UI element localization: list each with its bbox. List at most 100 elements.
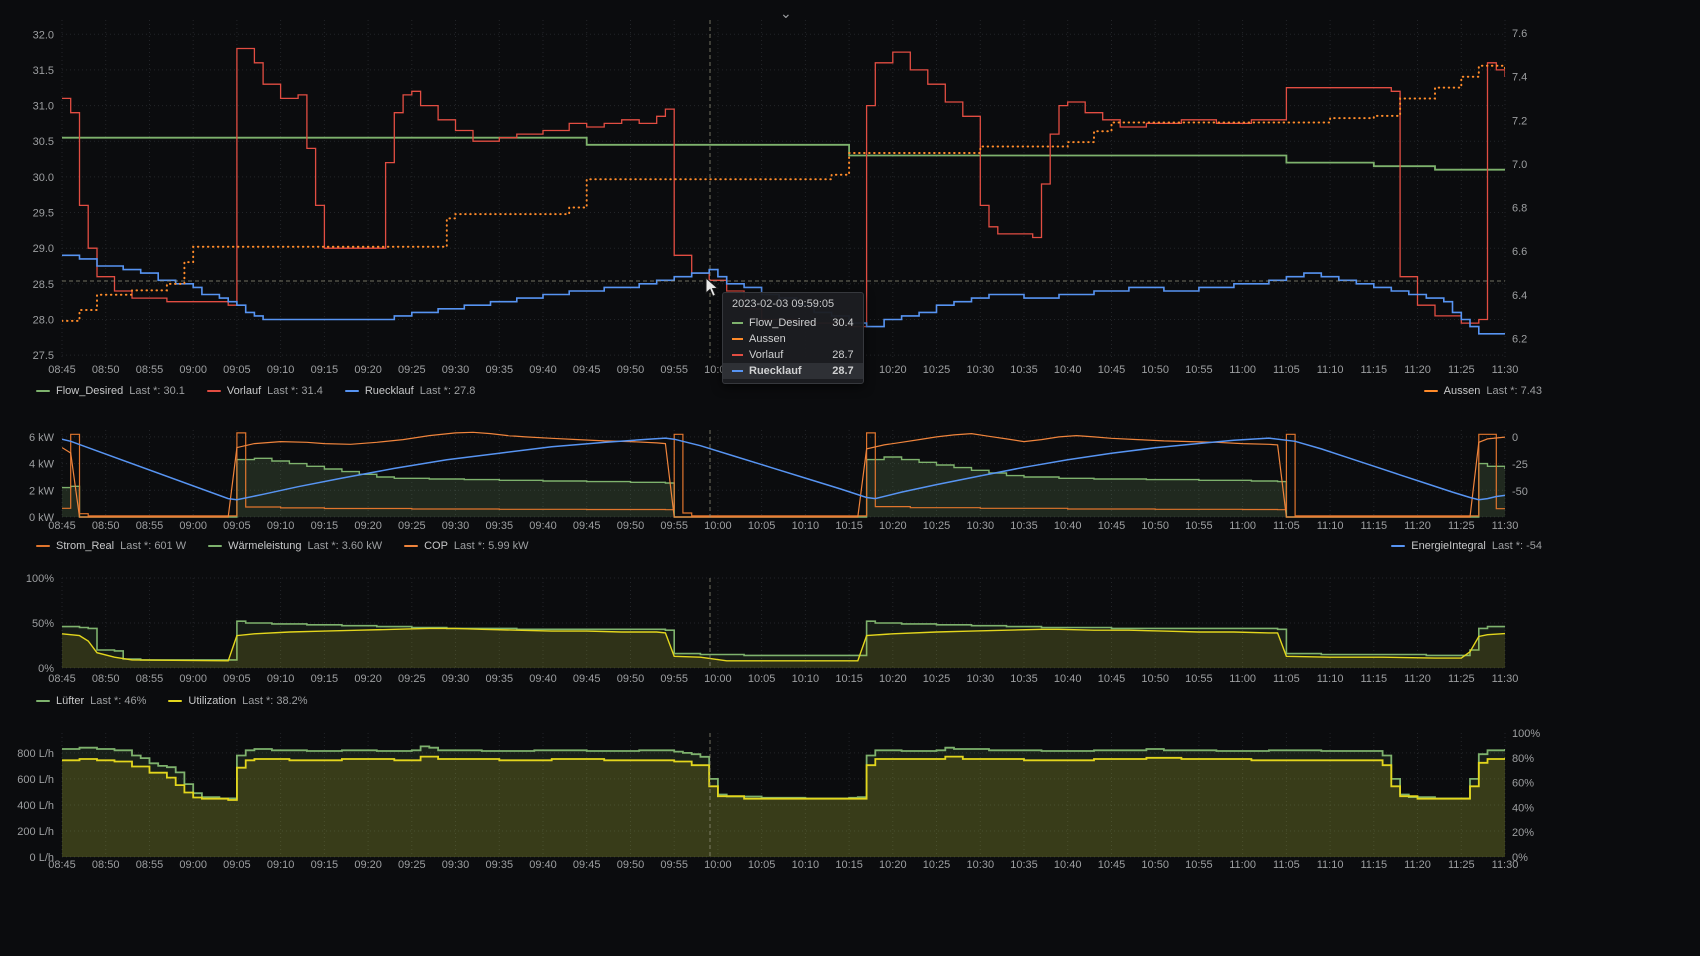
legend-swatch	[208, 545, 222, 547]
svg-text:10:10: 10:10	[792, 859, 820, 871]
svg-text:10:15: 10:15	[835, 673, 863, 685]
svg-text:09:25: 09:25	[398, 859, 426, 871]
y-axis-left-labels: 6 kW4 kW2 kW0 kW	[29, 432, 55, 524]
svg-text:09:30: 09:30	[442, 859, 470, 871]
series-area-pump-percent	[62, 757, 1505, 857]
series-layer	[62, 432, 1505, 517]
mouse-cursor-icon	[705, 277, 721, 299]
legend-series-name: Vorlauf	[227, 385, 261, 397]
legend-left-group: Flow_DesiredLast *: 30.1VorlaufLast *: 3…	[0, 385, 475, 397]
svg-text:7.2: 7.2	[1512, 115, 1527, 127]
chart-canvas-utilization[interactable]: 100%50%0%08:4508:5008:5509:0009:0509:100…	[0, 572, 1700, 688]
svg-text:10:45: 10:45	[1098, 673, 1126, 685]
svg-text:50%: 50%	[32, 618, 54, 630]
tooltip: 2023-02-03 09:59:05 Flow_Desired30.4Auss…	[722, 292, 864, 384]
svg-text:09:15: 09:15	[311, 859, 339, 871]
svg-text:600 L/h: 600 L/h	[17, 774, 54, 786]
svg-text:09:50: 09:50	[617, 364, 645, 376]
svg-text:10:20: 10:20	[879, 520, 907, 532]
svg-text:09:20: 09:20	[354, 673, 382, 685]
legend-item-energieintegral[interactable]: EnergieIntegralLast *: -54	[1391, 540, 1542, 552]
legend-series-name: Wärmeleistung	[228, 540, 301, 552]
svg-text:09:10: 09:10	[267, 364, 295, 376]
legend-right-group: AussenLast *: 7.43	[1424, 385, 1700, 397]
svg-text:09:35: 09:35	[486, 859, 514, 871]
svg-text:11:30: 11:30	[1492, 859, 1519, 871]
svg-text:09:50: 09:50	[617, 673, 645, 685]
svg-text:11:20: 11:20	[1404, 364, 1431, 376]
svg-text:10:20: 10:20	[879, 364, 907, 376]
tooltip-series-swatch	[732, 338, 743, 340]
svg-text:10:20: 10:20	[879, 673, 907, 685]
tooltip-series-name: Vorlauf	[749, 348, 816, 362]
svg-text:10:45: 10:45	[1098, 520, 1126, 532]
svg-text:10:30: 10:30	[967, 364, 995, 376]
series-line-aussen	[62, 66, 1505, 321]
legend-swatch	[404, 545, 418, 547]
svg-text:11:05: 11:05	[1273, 673, 1300, 685]
svg-text:09:30: 09:30	[442, 364, 470, 376]
svg-text:-50: -50	[1512, 486, 1528, 498]
svg-text:10:40: 10:40	[1054, 859, 1082, 871]
svg-text:10:30: 10:30	[967, 673, 995, 685]
svg-text:6.6: 6.6	[1512, 246, 1527, 258]
svg-text:100%: 100%	[26, 573, 54, 585]
series-layer	[62, 49, 1505, 334]
svg-text:11:00: 11:00	[1229, 520, 1256, 532]
legend-last-value: Last *: 601 W	[120, 540, 186, 552]
legend-series-name: Aussen	[1444, 385, 1481, 397]
svg-text:0: 0	[1512, 432, 1518, 444]
legend-series-name: Ruecklauf	[365, 385, 414, 397]
legend-item-utilization[interactable]: UtilizationLast *: 38.2%	[168, 695, 307, 707]
svg-text:10:05: 10:05	[748, 673, 776, 685]
chart-canvas-power[interactable]: 6 kW4 kW2 kW0 kW0-25-5008:4508:5008:5509…	[0, 424, 1700, 536]
legend-swatch	[345, 390, 359, 392]
chevron-down-icon[interactable]: ⌄	[780, 6, 792, 20]
legend-series-name: Lüfter	[56, 695, 84, 707]
svg-text:10:35: 10:35	[1010, 673, 1038, 685]
svg-text:6.4: 6.4	[1512, 290, 1527, 302]
legend-series-name: EnergieIntegral	[1411, 540, 1486, 552]
legend-last-value: Last *: 46%	[90, 695, 146, 707]
svg-text:09:40: 09:40	[529, 673, 557, 685]
svg-text:11:25: 11:25	[1448, 859, 1475, 871]
svg-text:10:35: 10:35	[1010, 859, 1038, 871]
svg-text:11:20: 11:20	[1404, 673, 1431, 685]
series-layer	[62, 621, 1505, 668]
svg-text:10:25: 10:25	[923, 520, 951, 532]
x-axis-labels: 08:4508:5008:5509:0009:0509:1009:1509:20…	[48, 859, 1518, 871]
svg-text:09:10: 09:10	[267, 520, 295, 532]
svg-text:800 L/h: 800 L/h	[17, 748, 54, 760]
svg-text:10:40: 10:40	[1054, 673, 1082, 685]
tooltip-series-value: 30.4	[832, 316, 853, 330]
svg-text:10:30: 10:30	[967, 520, 995, 532]
legend-item-aussen[interactable]: AussenLast *: 7.43	[1424, 385, 1542, 397]
y-axis-right-labels: 0-25-50	[1512, 432, 1528, 498]
svg-text:6.8: 6.8	[1512, 203, 1527, 215]
svg-text:08:55: 08:55	[136, 859, 164, 871]
svg-text:10:20: 10:20	[879, 859, 907, 871]
svg-text:08:55: 08:55	[136, 673, 164, 685]
legend-item-cop[interactable]: COPLast *: 5.99 kW	[404, 540, 528, 552]
svg-text:09:25: 09:25	[398, 520, 426, 532]
legend-item-l-fter[interactable]: Lüfter Last *: 46%	[36, 695, 146, 707]
svg-text:10:25: 10:25	[923, 859, 951, 871]
tooltip-rows: Flow_Desired30.4AussenVorlauf28.7Rueckla…	[723, 315, 863, 379]
chart-canvas-flow[interactable]: 800 L/h600 L/h400 L/h200 L/h0 L/h100%80%…	[0, 726, 1700, 874]
legend-item-w-rmeleistung[interactable]: WärmeleistungLast *: 3.60 kW	[208, 540, 382, 552]
legend-item-vorlauf[interactable]: VorlaufLast *: 31.4	[207, 385, 323, 397]
svg-text:6 kW: 6 kW	[29, 432, 55, 444]
legend-item-strom-real[interactable]: Strom_RealLast *: 601 W	[36, 540, 186, 552]
svg-text:11:25: 11:25	[1448, 673, 1475, 685]
svg-text:09:50: 09:50	[617, 520, 645, 532]
panel-utilization: 100%50%0%08:4508:5008:5509:0009:0509:100…	[0, 572, 1700, 688]
legend-last-value: Last *: 30.1	[129, 385, 185, 397]
legend-power: Strom_RealLast *: 601 WWärmeleistungLast…	[0, 538, 1700, 554]
svg-text:09:00: 09:00	[179, 364, 207, 376]
legend-item-flow-desired[interactable]: Flow_DesiredLast *: 30.1	[36, 385, 185, 397]
legend-item-ruecklauf[interactable]: RuecklaufLast *: 27.8	[345, 385, 476, 397]
svg-text:09:55: 09:55	[660, 520, 688, 532]
svg-text:2 kW: 2 kW	[29, 485, 55, 497]
svg-text:10:55: 10:55	[1185, 364, 1213, 376]
svg-text:08:50: 08:50	[92, 673, 120, 685]
